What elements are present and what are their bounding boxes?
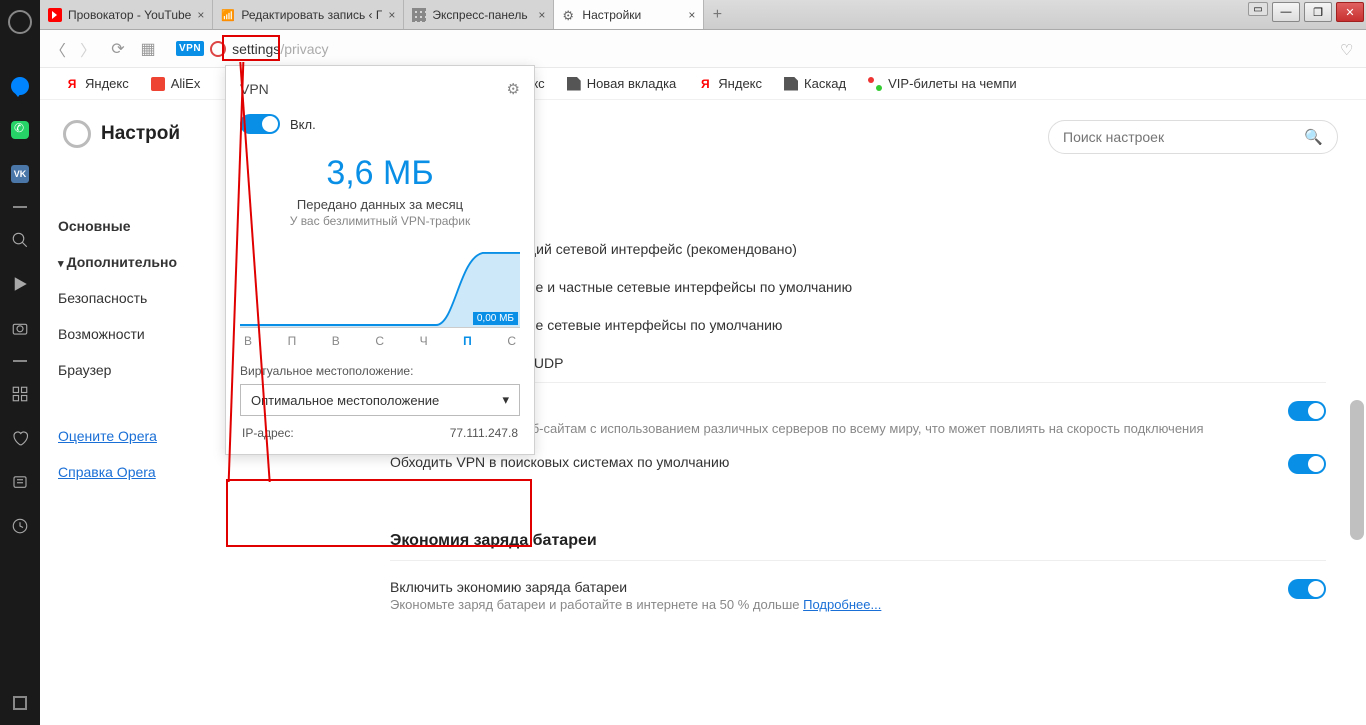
vpn-settings-gear-icon[interactable]: ⚙	[507, 80, 520, 98]
vpn-enable-switch[interactable]	[1288, 401, 1326, 421]
search-icon[interactable]	[11, 231, 29, 249]
vpn-popup-title: VPN	[240, 81, 269, 97]
close-icon[interactable]: ×	[688, 8, 695, 22]
battery-switch[interactable]	[1288, 579, 1326, 599]
colored-dots-icon	[868, 77, 882, 91]
wifi-icon	[221, 8, 235, 22]
close-icon[interactable]: ×	[388, 8, 395, 22]
address-bar[interactable]: VPN settings/privacy	[170, 35, 1326, 63]
opera-grey-icon	[63, 120, 91, 148]
settings-search[interactable]: 🔍	[1048, 120, 1338, 154]
yandex-icon: Я	[65, 77, 79, 91]
news-icon[interactable]	[11, 473, 29, 491]
opera-small-icon	[210, 41, 226, 57]
vpn-location-label: Виртуальное местоположение:	[240, 364, 520, 378]
window-maximize-button[interactable]: ❐	[1304, 2, 1332, 22]
vpn-usage-chart: 0,00 МБ	[240, 248, 520, 328]
camera-icon[interactable]	[11, 319, 29, 337]
vpn-data-amount: 3,6 МБ	[240, 154, 520, 193]
vpn-ip-value: 77.111.247.8	[450, 426, 518, 440]
vpn-location-value: Оптимальное местоположение	[251, 393, 439, 408]
tab-speeddial[interactable]: Экспресс-панель ×	[404, 0, 554, 29]
close-icon[interactable]: ×	[538, 8, 545, 22]
vpn-popup: VPN ⚙ Вкл. 3,6 МБ Передано данных за мес…	[225, 65, 535, 455]
back-button[interactable]: 〈	[50, 41, 66, 57]
vpn-on-label: Вкл.	[290, 117, 316, 132]
aliexpress-icon	[151, 77, 165, 91]
tab-title: Редактировать запись ‹ Г	[241, 8, 382, 22]
vpn-data-caption: Передано данных за месяц	[240, 197, 520, 212]
nav-help-opera[interactable]: Справка Opera	[58, 454, 260, 490]
play-icon[interactable]	[11, 275, 29, 293]
youtube-icon	[48, 8, 62, 22]
whatsapp-icon[interactable]	[11, 121, 29, 139]
window-shrink-icon[interactable]: ▭	[1248, 2, 1268, 16]
new-tab-button[interactable]: +	[704, 0, 730, 29]
bookmark-newtab[interactable]: Новая вкладка	[567, 76, 677, 91]
vpn-chart-value-label: 0,00 МБ	[473, 312, 518, 325]
tab-title: Настройки	[582, 8, 682, 22]
tab-settings[interactable]: Настройки ×	[554, 0, 704, 29]
close-icon[interactable]: ×	[197, 8, 204, 22]
battery-sub: Экономьте заряд батареи и работайте в ин…	[390, 597, 881, 612]
page-icon	[784, 77, 798, 91]
window-close-button[interactable]: ✕	[1336, 2, 1364, 22]
battery-section-header: Экономия заряда батареи	[390, 532, 1326, 550]
battery-more-link[interactable]: Подробнее...	[803, 597, 881, 612]
opera-logo-icon[interactable]	[8, 10, 32, 34]
chevron-down-icon: ▾	[502, 392, 509, 408]
tab-youtube[interactable]: Провокатор - YouTube ×	[40, 0, 213, 29]
search-icon: 🔍	[1304, 128, 1323, 146]
page-title: Настрой	[101, 123, 180, 145]
messenger-icon[interactable]	[11, 77, 29, 95]
vpn-data-sub: У вас безлимитный VPN-трафик	[240, 214, 520, 228]
reload-button[interactable]: ⟳	[110, 41, 126, 57]
gear-icon	[562, 8, 576, 22]
tab-title: Экспресс-панель	[432, 8, 532, 22]
vpn-toggle-switch[interactable]	[240, 114, 280, 134]
history-icon[interactable]	[11, 517, 29, 535]
vk-icon[interactable]: VK	[11, 165, 29, 183]
forward-button[interactable]: 〉	[80, 41, 96, 57]
sidebar-settings-icon[interactable]	[13, 696, 27, 710]
url-text: settings/privacy	[232, 41, 328, 57]
bookmark-aliexpress[interactable]: AliEx	[151, 76, 201, 91]
extensions-grid-icon[interactable]: ▦	[140, 41, 156, 57]
page-icon	[567, 77, 581, 91]
vpn-badge[interactable]: VPN	[176, 41, 204, 56]
bookmark-heart-icon[interactable]: ♡	[1340, 41, 1356, 57]
tab-wordpress[interactable]: Редактировать запись ‹ Г ×	[213, 0, 404, 29]
rail-separator	[13, 360, 27, 362]
battery-enable-label: Включить экономию заряда батареи	[390, 579, 881, 595]
settings-search-input[interactable]	[1063, 129, 1304, 145]
vpn-ip-label: IP-адрес:	[242, 426, 294, 440]
grid-icon	[412, 8, 426, 22]
vpn-location-select[interactable]: Оптимальное местоположение ▾	[240, 384, 520, 416]
address-bar-row: 〈 〉 ⟳ ▦ VPN settings/privacy ♡	[40, 30, 1366, 68]
bookmark-vip[interactable]: VIP-билеты на чемпи	[868, 76, 1017, 91]
vpn-bypass-label: Обходить VPN в поисковых системах по умо…	[390, 454, 729, 470]
tab-strip: Провокатор - YouTube × Редактировать зап…	[40, 0, 1366, 30]
opera-left-rail: VK	[0, 0, 40, 725]
window-controls: ▭ — ❐ ✕	[1246, 0, 1366, 24]
rail-separator	[13, 206, 27, 208]
tab-title: Провокатор - YouTube	[68, 8, 191, 22]
heart-icon[interactable]	[11, 429, 29, 447]
window-minimize-button[interactable]: —	[1272, 2, 1300, 22]
bookmark-yandex2[interactable]: ЯЯндекс	[698, 76, 762, 91]
bookmark-yandex[interactable]: ЯЯндекс	[65, 76, 129, 91]
speed-dial-grid-icon[interactable]	[11, 385, 29, 403]
vpn-bypass-switch[interactable]	[1288, 454, 1326, 474]
vpn-chart-days: ВПВ СЧ ПС	[240, 334, 520, 358]
yandex-icon: Я	[698, 77, 712, 91]
bookmark-kaskad[interactable]: Каскад	[784, 76, 846, 91]
scrollbar-thumb[interactable]	[1350, 400, 1364, 540]
